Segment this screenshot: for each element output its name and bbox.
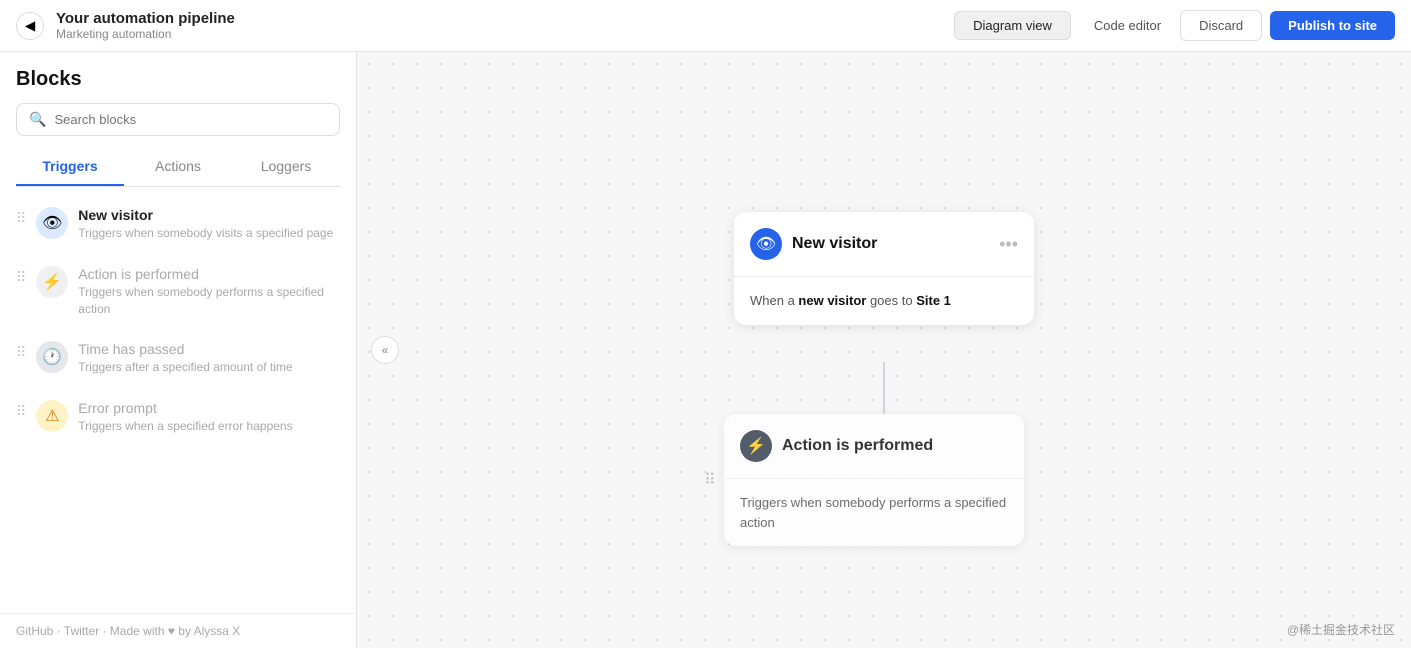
sidebar-footer: GitHub · Twitter · Made with ♥ by Alyssa… <box>0 613 356 648</box>
pipeline-title: Your automation pipeline <box>56 10 954 27</box>
tab-loggers[interactable]: Loggers <box>232 148 340 186</box>
card-header-new-visitor: 👁 New visitor ••• <box>734 212 1034 277</box>
list-item[interactable]: ⠿ ⚠ Error prompt Triggers when a specifi… <box>0 388 356 447</box>
block-info-new-visitor: New visitor Triggers when somebody visit… <box>78 207 340 242</box>
clock-icon: 🕐 <box>42 347 62 367</box>
card-title-new-visitor: New visitor <box>792 235 989 253</box>
drag-handle-icon: ⠿ <box>16 266 26 286</box>
blocks-sidebar: Blocks 🔍 Triggers Actions Loggers ⠿ 👁 Ne… <box>0 52 357 648</box>
block-icon-new-visitor: 👁 <box>36 207 68 239</box>
pipeline-canvas[interactable]: « 👁 New visitor ••• When a new visitor g… <box>357 52 1411 648</box>
tab-triggers[interactable]: Triggers <box>16 148 124 186</box>
block-name: Time has passed <box>78 341 340 357</box>
header-title-group: Your automation pipeline Marketing autom… <box>56 10 954 41</box>
watermark: @稀土掘金技术社区 <box>1287 621 1395 638</box>
block-name: Error prompt <box>78 400 340 416</box>
pipeline-card-new-visitor: 👁 New visitor ••• When a new visitor goe… <box>734 212 1034 325</box>
tab-actions[interactable]: Actions <box>124 148 232 186</box>
drag-handle-icon: ⠿ <box>16 207 26 227</box>
card-desc-action-performed: Triggers when somebody performs a specif… <box>740 493 1008 532</box>
block-icon-error-prompt: ⚠ <box>36 400 68 432</box>
block-type-tabs: Triggers Actions Loggers <box>16 148 340 187</box>
tab-code-editor[interactable]: Code editor <box>1075 11 1180 40</box>
block-icon-action-performed: ⚡ <box>36 266 68 298</box>
block-desc: Triggers after a specified amount of tim… <box>78 359 340 376</box>
eye-icon: 👁 <box>756 234 776 254</box>
desc-mid: goes to <box>866 293 916 308</box>
lightning-icon: ⚡ <box>746 436 766 456</box>
connector-line <box>883 362 885 414</box>
card-desc-new-visitor: When a new visitor goes to Site 1 <box>750 291 1018 311</box>
block-info-time-passed: Time has passed Triggers after a specifi… <box>78 341 340 376</box>
block-info-action-performed: Action is performed Triggers when somebo… <box>78 266 340 318</box>
back-icon: ◀ <box>25 18 35 34</box>
card-menu-button[interactable]: ••• <box>999 234 1018 255</box>
list-item[interactable]: ⠿ ⚡ Action is performed Triggers when so… <box>0 254 356 330</box>
list-item[interactable]: ⠿ 👁 New visitor Triggers when somebody v… <box>0 195 356 254</box>
search-box: 🔍 <box>16 103 340 136</box>
main-area: Blocks 🔍 Triggers Actions Loggers ⠿ 👁 Ne… <box>0 52 1411 648</box>
tab-diagram-view[interactable]: Diagram view <box>954 11 1071 40</box>
chevron-left-icon: « <box>382 343 389 357</box>
search-input[interactable] <box>54 112 327 127</box>
block-name: Action is performed <box>78 266 340 282</box>
card-header-action-performed: ⚡ Action is performed <box>724 414 1024 479</box>
desc-bold1: new visitor <box>798 293 866 308</box>
block-desc: Triggers when somebody performs a specif… <box>78 284 340 318</box>
back-button[interactable]: ◀ <box>16 12 44 40</box>
desc-prefix: When a <box>750 293 798 308</box>
pipeline-subtitle: Marketing automation <box>56 27 954 41</box>
drag-handle-icon: ⠿ <box>16 400 26 420</box>
drag-handle-icon: ⠿ <box>16 341 26 361</box>
search-icon: 🔍 <box>29 111 46 128</box>
card-icon-lightning: ⚡ <box>740 430 772 462</box>
view-tabs: Diagram view Code editor <box>954 11 1180 40</box>
lightning-icon: ⚡ <box>42 272 62 292</box>
block-info-error-prompt: Error prompt Triggers when a specified e… <box>78 400 340 435</box>
card-title-action-performed: Action is performed <box>782 437 1008 455</box>
block-name: New visitor <box>78 207 340 223</box>
eye-icon: 👁 <box>42 213 62 233</box>
desc-bold2: Site 1 <box>916 293 951 308</box>
card-body-action-performed: Triggers when somebody performs a specif… <box>724 479 1024 546</box>
card-icon-eye: 👁 <box>750 228 782 260</box>
sidebar-title: Blocks <box>16 68 340 91</box>
block-icon-time-passed: 🕐 <box>36 341 68 373</box>
app-header: ◀ Your automation pipeline Marketing aut… <box>0 0 1411 52</box>
block-list: ⠿ 👁 New visitor Triggers when somebody v… <box>0 187 356 613</box>
warning-icon: ⚠ <box>45 406 59 426</box>
card-body-new-visitor: When a new visitor goes to Site 1 <box>734 277 1034 325</box>
pipeline-card-action-performed: ⠿ ⚡ Action is performed Triggers when so… <box>724 414 1024 546</box>
discard-button[interactable]: Discard <box>1180 10 1262 41</box>
list-item[interactable]: ⠿ 🕐 Time has passed Triggers after a spe… <box>0 329 356 388</box>
block-desc: Triggers when somebody visits a specifie… <box>78 225 340 242</box>
block-desc: Triggers when a specified error happens <box>78 418 340 435</box>
collapse-sidebar-button[interactable]: « <box>371 336 399 364</box>
sidebar-header: Blocks 🔍 Triggers Actions Loggers <box>0 52 356 187</box>
drag-handle-icon: ⠿ <box>704 470 716 490</box>
header-actions: Discard Publish to site <box>1180 10 1395 41</box>
publish-button[interactable]: Publish to site <box>1270 11 1395 40</box>
